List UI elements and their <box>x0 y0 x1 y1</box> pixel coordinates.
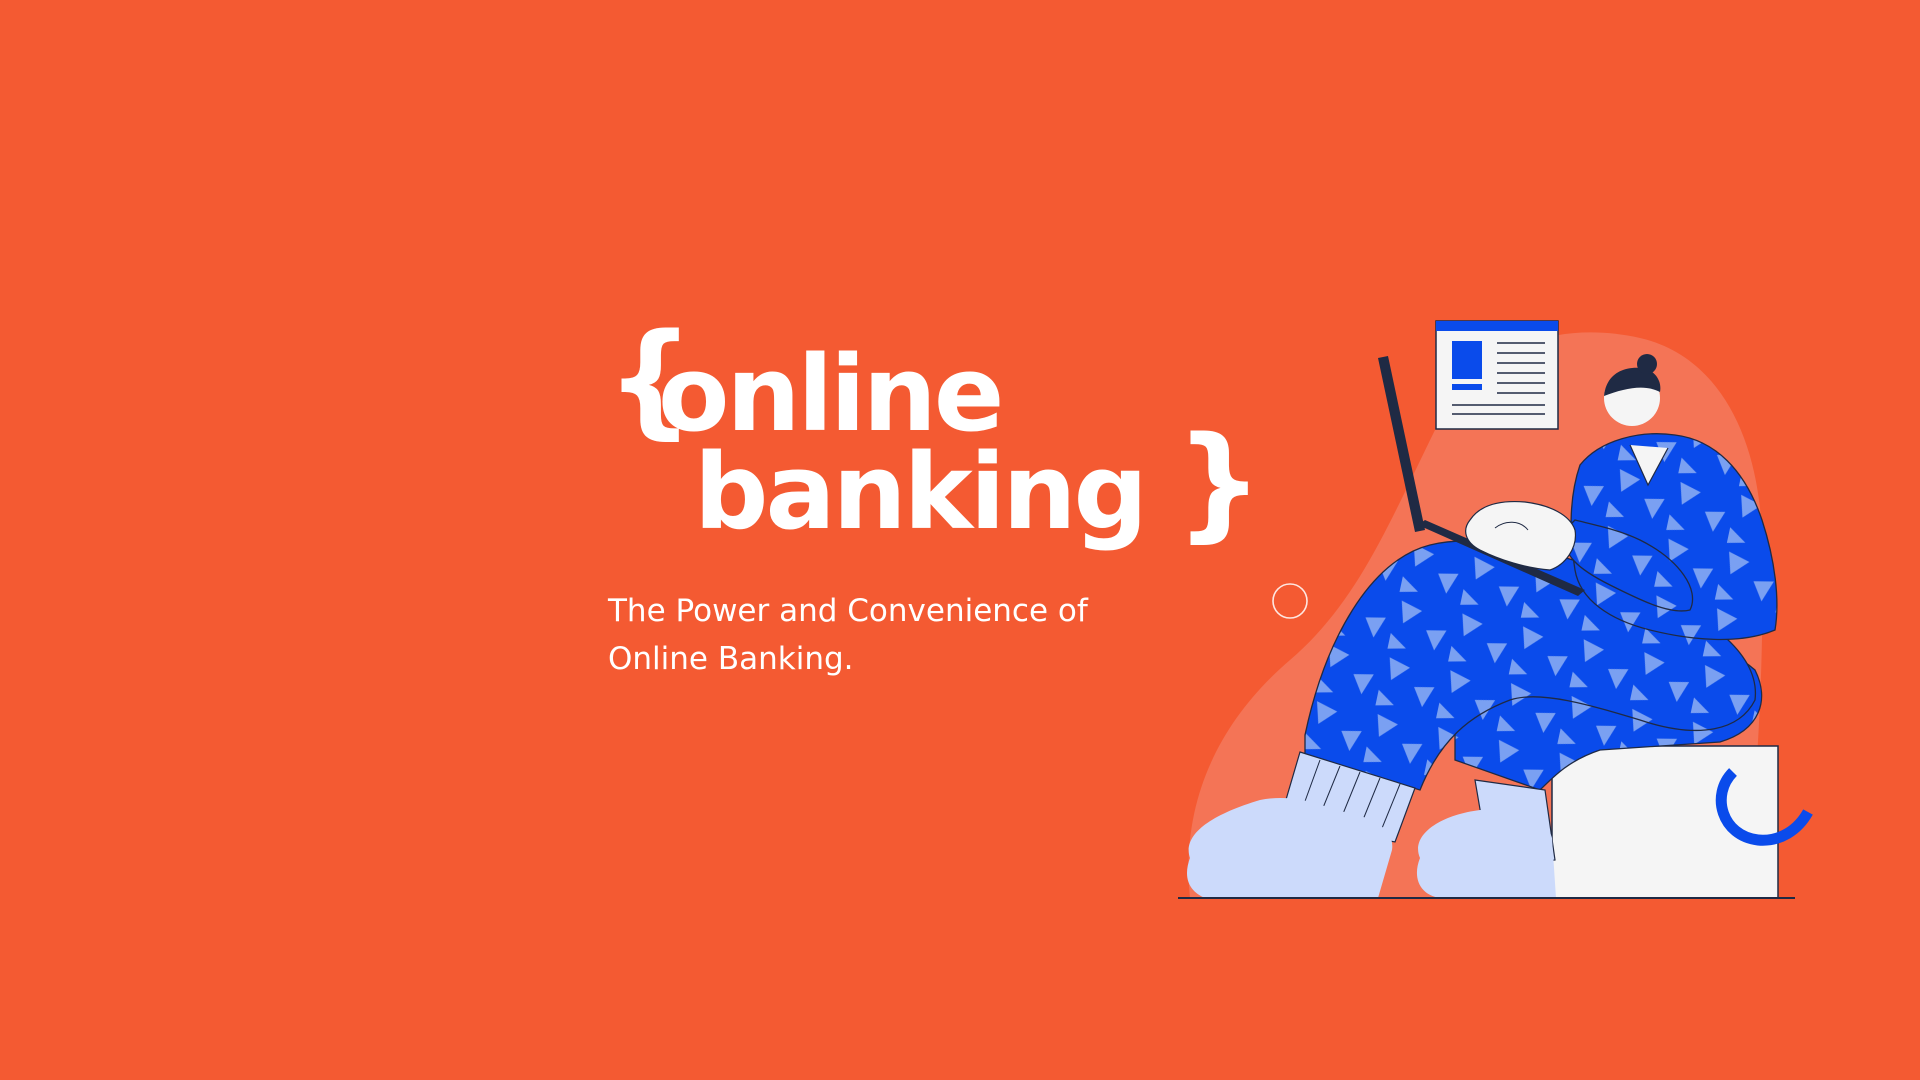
subtitle-line-2: Online Banking. <box>608 641 854 677</box>
back-shoe <box>1416 810 1556 898</box>
subtitle-line-1: The Power and Convenience of <box>608 593 1088 629</box>
outline-circle-icon <box>1272 583 1308 619</box>
slide-subtitle: The Power and Convenience of Online Bank… <box>608 587 1168 683</box>
box-seat <box>1551 745 1779 899</box>
title-line-banking: banking <box>694 431 1148 553</box>
person-with-laptop-illustration <box>1178 320 1813 899</box>
slide-title: { online banking } <box>606 318 1263 558</box>
browser-window-icon <box>1435 320 1559 430</box>
